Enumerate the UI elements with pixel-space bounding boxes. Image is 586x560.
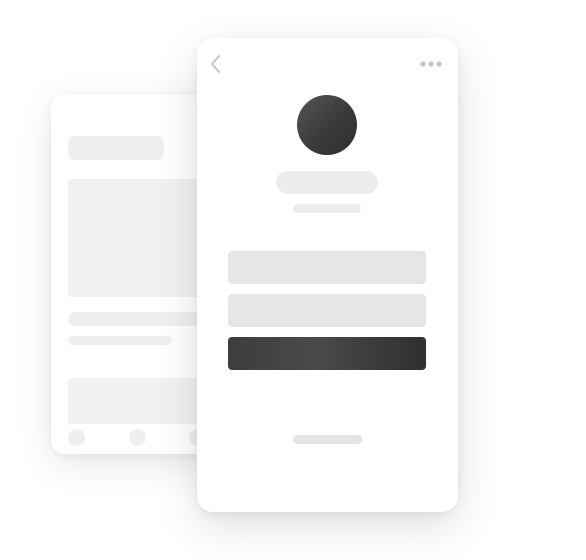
more-horizontal-icon	[420, 61, 442, 67]
input-field-1[interactable]	[228, 251, 426, 284]
subtitle-placeholder	[293, 204, 361, 213]
text-line-placeholder-short	[68, 336, 172, 345]
wireframe-stage	[0, 0, 586, 560]
name-placeholder	[276, 171, 378, 194]
foreground-screen-card	[197, 38, 458, 512]
home-indicator	[293, 435, 362, 444]
tab-bar-dot[interactable]	[129, 429, 146, 446]
avatar[interactable]	[297, 95, 357, 155]
tab-bar-dot[interactable]	[68, 429, 85, 446]
primary-button[interactable]	[228, 337, 426, 370]
back-button[interactable]	[205, 52, 225, 76]
input-field-2[interactable]	[228, 294, 426, 327]
title-placeholder	[68, 136, 164, 160]
chevron-left-icon	[211, 55, 220, 73]
more-menu-button[interactable]	[419, 57, 445, 71]
